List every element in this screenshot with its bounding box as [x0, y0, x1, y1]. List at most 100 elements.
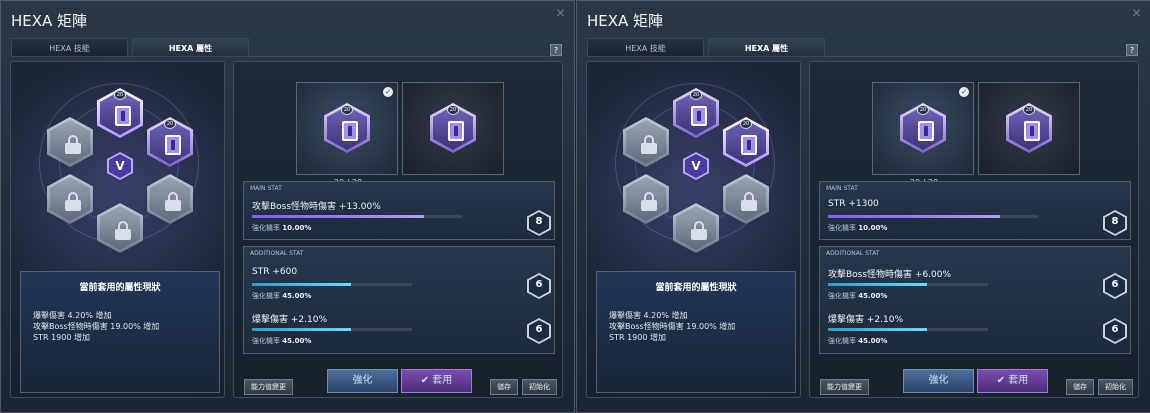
additional-stat-label: ADDITIONAL STAT — [250, 250, 304, 257]
level-badge: 20 — [740, 119, 752, 129]
status-line: STR 1900 增加 — [609, 333, 666, 342]
tab-bar: HEXA 技能 HEXA 屬性 — [11, 38, 551, 57]
status-line: 爆擊傷害 4.20% 增加 — [33, 311, 112, 320]
check-icon: ✓ — [383, 87, 393, 97]
level-hex-icon: 8 — [527, 210, 551, 236]
hexa-core-panel: 20 20 V 當前套用的屬性現狀 爆擊傷害 4.20% 增加 攻擊Boss怪物… — [586, 61, 801, 398]
help-icon[interactable]: ? — [1126, 44, 1138, 56]
level-hex-icon: 6 — [527, 318, 551, 344]
main-stat-label: MAIN STAT — [826, 185, 858, 192]
enhance-button[interactable]: 強化 — [327, 369, 398, 393]
enhance-rate: 強化機率 45.00% — [828, 292, 888, 300]
hexa-core-panel: 20 20 V 當前套用的屬性現狀 爆擊傷害 4.20% 增加 攻擊Boss怪物… — [10, 61, 225, 398]
close-icon[interactable]: × — [555, 6, 566, 21]
save-button[interactable]: 儲存 — [1066, 379, 1094, 395]
close-icon[interactable]: × — [1131, 6, 1142, 21]
level-badge: 20 — [917, 105, 929, 115]
level-hex-icon: 6 — [527, 273, 551, 299]
stat-core-node: 20 — [430, 103, 476, 153]
stat-core-icon — [115, 106, 131, 126]
stat-card[interactable]: 20 — [978, 82, 1080, 175]
status-line: STR 1900 增加 — [33, 333, 90, 342]
additional-stat-progress — [828, 283, 988, 286]
additional-stat-label: ADDITIONAL STAT — [826, 250, 880, 257]
lock-icon — [641, 192, 657, 211]
check-icon: ✓ — [959, 87, 969, 97]
additional-stat-text: 爆擊傷害 +2.10% — [252, 315, 327, 325]
stat-panel: ✓ 20 20 / 20 20 MAIN STAT STR +1300 強化機率… — [809, 61, 1139, 398]
enhance-rate: 強化機率 10.00% — [252, 224, 312, 232]
tab-hexa-stat[interactable]: HEXA 屬性 — [132, 38, 249, 57]
main-stat-text: STR +1300 — [828, 199, 879, 209]
enhance-rate: 強化機率 45.00% — [252, 337, 312, 345]
stat-core-icon — [741, 135, 757, 155]
additional-stat-progress — [828, 328, 988, 331]
window-title: HEXA 矩陣 — [587, 12, 664, 30]
status-title: 當前套用的屬性現狀 — [655, 283, 737, 293]
apply-button[interactable]: ✔ 套用 — [977, 369, 1048, 393]
level-hex-icon: 6 — [1103, 273, 1127, 299]
reset-button[interactable]: 初始化 — [522, 379, 557, 395]
status-title: 當前套用的屬性現狀 — [79, 283, 161, 293]
hexa-window: HEXA 矩陣 × HEXA 技能 HEXA 屬性 ? 20 20 V 當前套用… — [0, 0, 575, 413]
enhance-rate: 強化機率 10.00% — [828, 224, 888, 232]
status-line: 攻擊Boss怪物時傷害 19.00% 增加 — [33, 322, 160, 331]
stat-core-node: 20 — [1006, 103, 1052, 153]
stat-core-icon — [342, 121, 358, 141]
tab-hexa-skill[interactable]: HEXA 技能 — [587, 38, 704, 57]
main-stat-progress — [828, 215, 1038, 218]
level-badge: 20 — [1023, 105, 1035, 115]
level-badge: 20 — [114, 90, 126, 100]
level-badge: 20 — [164, 119, 176, 129]
additional-stat-progress — [252, 328, 412, 331]
status-line: 攻擊Boss怪物時傷害 19.00% 增加 — [609, 322, 736, 331]
check-circle-icon: ✔ — [996, 375, 1009, 386]
tab-hexa-stat[interactable]: HEXA 屬性 — [708, 38, 825, 57]
stat-card-active[interactable]: ✓ 20 20 / 20 — [872, 82, 974, 187]
stat-change-button[interactable]: 能力值變更 — [244, 379, 293, 395]
main-stat-text: 攻擊Boss怪物時傷害 +13.00% — [252, 202, 381, 212]
hexa-window: HEXA 矩陣 × HEXA 技能 HEXA 屬性 ? 20 20 V 當前套用… — [576, 0, 1150, 413]
enhance-rate: 強化機率 45.00% — [828, 337, 888, 345]
stat-core-icon — [918, 121, 934, 141]
additional-stat-progress — [252, 283, 412, 286]
lock-icon — [691, 221, 707, 240]
lock-icon — [641, 135, 657, 154]
level-hex-icon: 6 — [1103, 318, 1127, 344]
main-stat-label: MAIN STAT — [250, 185, 282, 192]
stat-core-icon — [165, 135, 181, 155]
level-hex-icon: 8 — [1103, 210, 1127, 236]
stat-change-button[interactable]: 能力值變更 — [820, 379, 869, 395]
lock-icon — [741, 192, 757, 211]
reset-button[interactable]: 初始化 — [1098, 379, 1133, 395]
lock-icon — [165, 192, 181, 211]
enhance-button[interactable]: 強化 — [903, 369, 974, 393]
enhance-rate: 強化機率 45.00% — [252, 292, 312, 300]
stat-core-icon — [1024, 121, 1040, 141]
main-stat-progress — [252, 215, 462, 218]
help-icon[interactable]: ? — [550, 44, 562, 56]
status-box: 當前套用的屬性現狀 爆擊傷害 4.20% 增加 攻擊Boss怪物時傷害 19.0… — [596, 271, 796, 393]
main-stat-section: MAIN STAT STR +1300 強化機率 10.00% 8 — [819, 181, 1131, 240]
tab-hexa-skill[interactable]: HEXA 技能 — [11, 38, 128, 57]
additional-stat-text: 攻擊Boss怪物時傷害 +6.00% — [828, 270, 952, 280]
window-title: HEXA 矩陣 — [11, 12, 88, 30]
tab-bar: HEXA 技能 HEXA 屬性 — [587, 38, 1127, 57]
status-box: 當前套用的屬性現狀 爆擊傷害 4.20% 增加 攻擊Boss怪物時傷害 19.0… — [20, 271, 220, 393]
stat-panel: ✓ 20 20 / 20 20 MAIN STAT 攻擊Boss怪物時傷害 +1… — [233, 61, 563, 398]
apply-button[interactable]: ✔ 套用 — [401, 369, 472, 393]
lock-icon — [65, 135, 81, 154]
lock-icon — [65, 192, 81, 211]
status-line: 爆擊傷害 4.20% 增加 — [609, 311, 688, 320]
level-badge: 20 — [690, 90, 702, 100]
additional-stat-text: 爆擊傷害 +2.10% — [828, 315, 903, 325]
save-button[interactable]: 儲存 — [490, 379, 518, 395]
stat-core-node: 20 — [900, 103, 946, 153]
stat-core-icon — [691, 106, 707, 126]
additional-stat-text: STR +600 — [252, 267, 298, 277]
stat-card[interactable]: 20 — [402, 82, 504, 175]
stat-core-node: 20 — [324, 103, 370, 153]
stat-card-active[interactable]: ✓ 20 20 / 20 — [296, 82, 398, 187]
additional-stat-section: ADDITIONAL STAT STR +600 強化機率 45.00% 6 爆… — [243, 246, 555, 354]
level-badge: 20 — [447, 105, 459, 115]
